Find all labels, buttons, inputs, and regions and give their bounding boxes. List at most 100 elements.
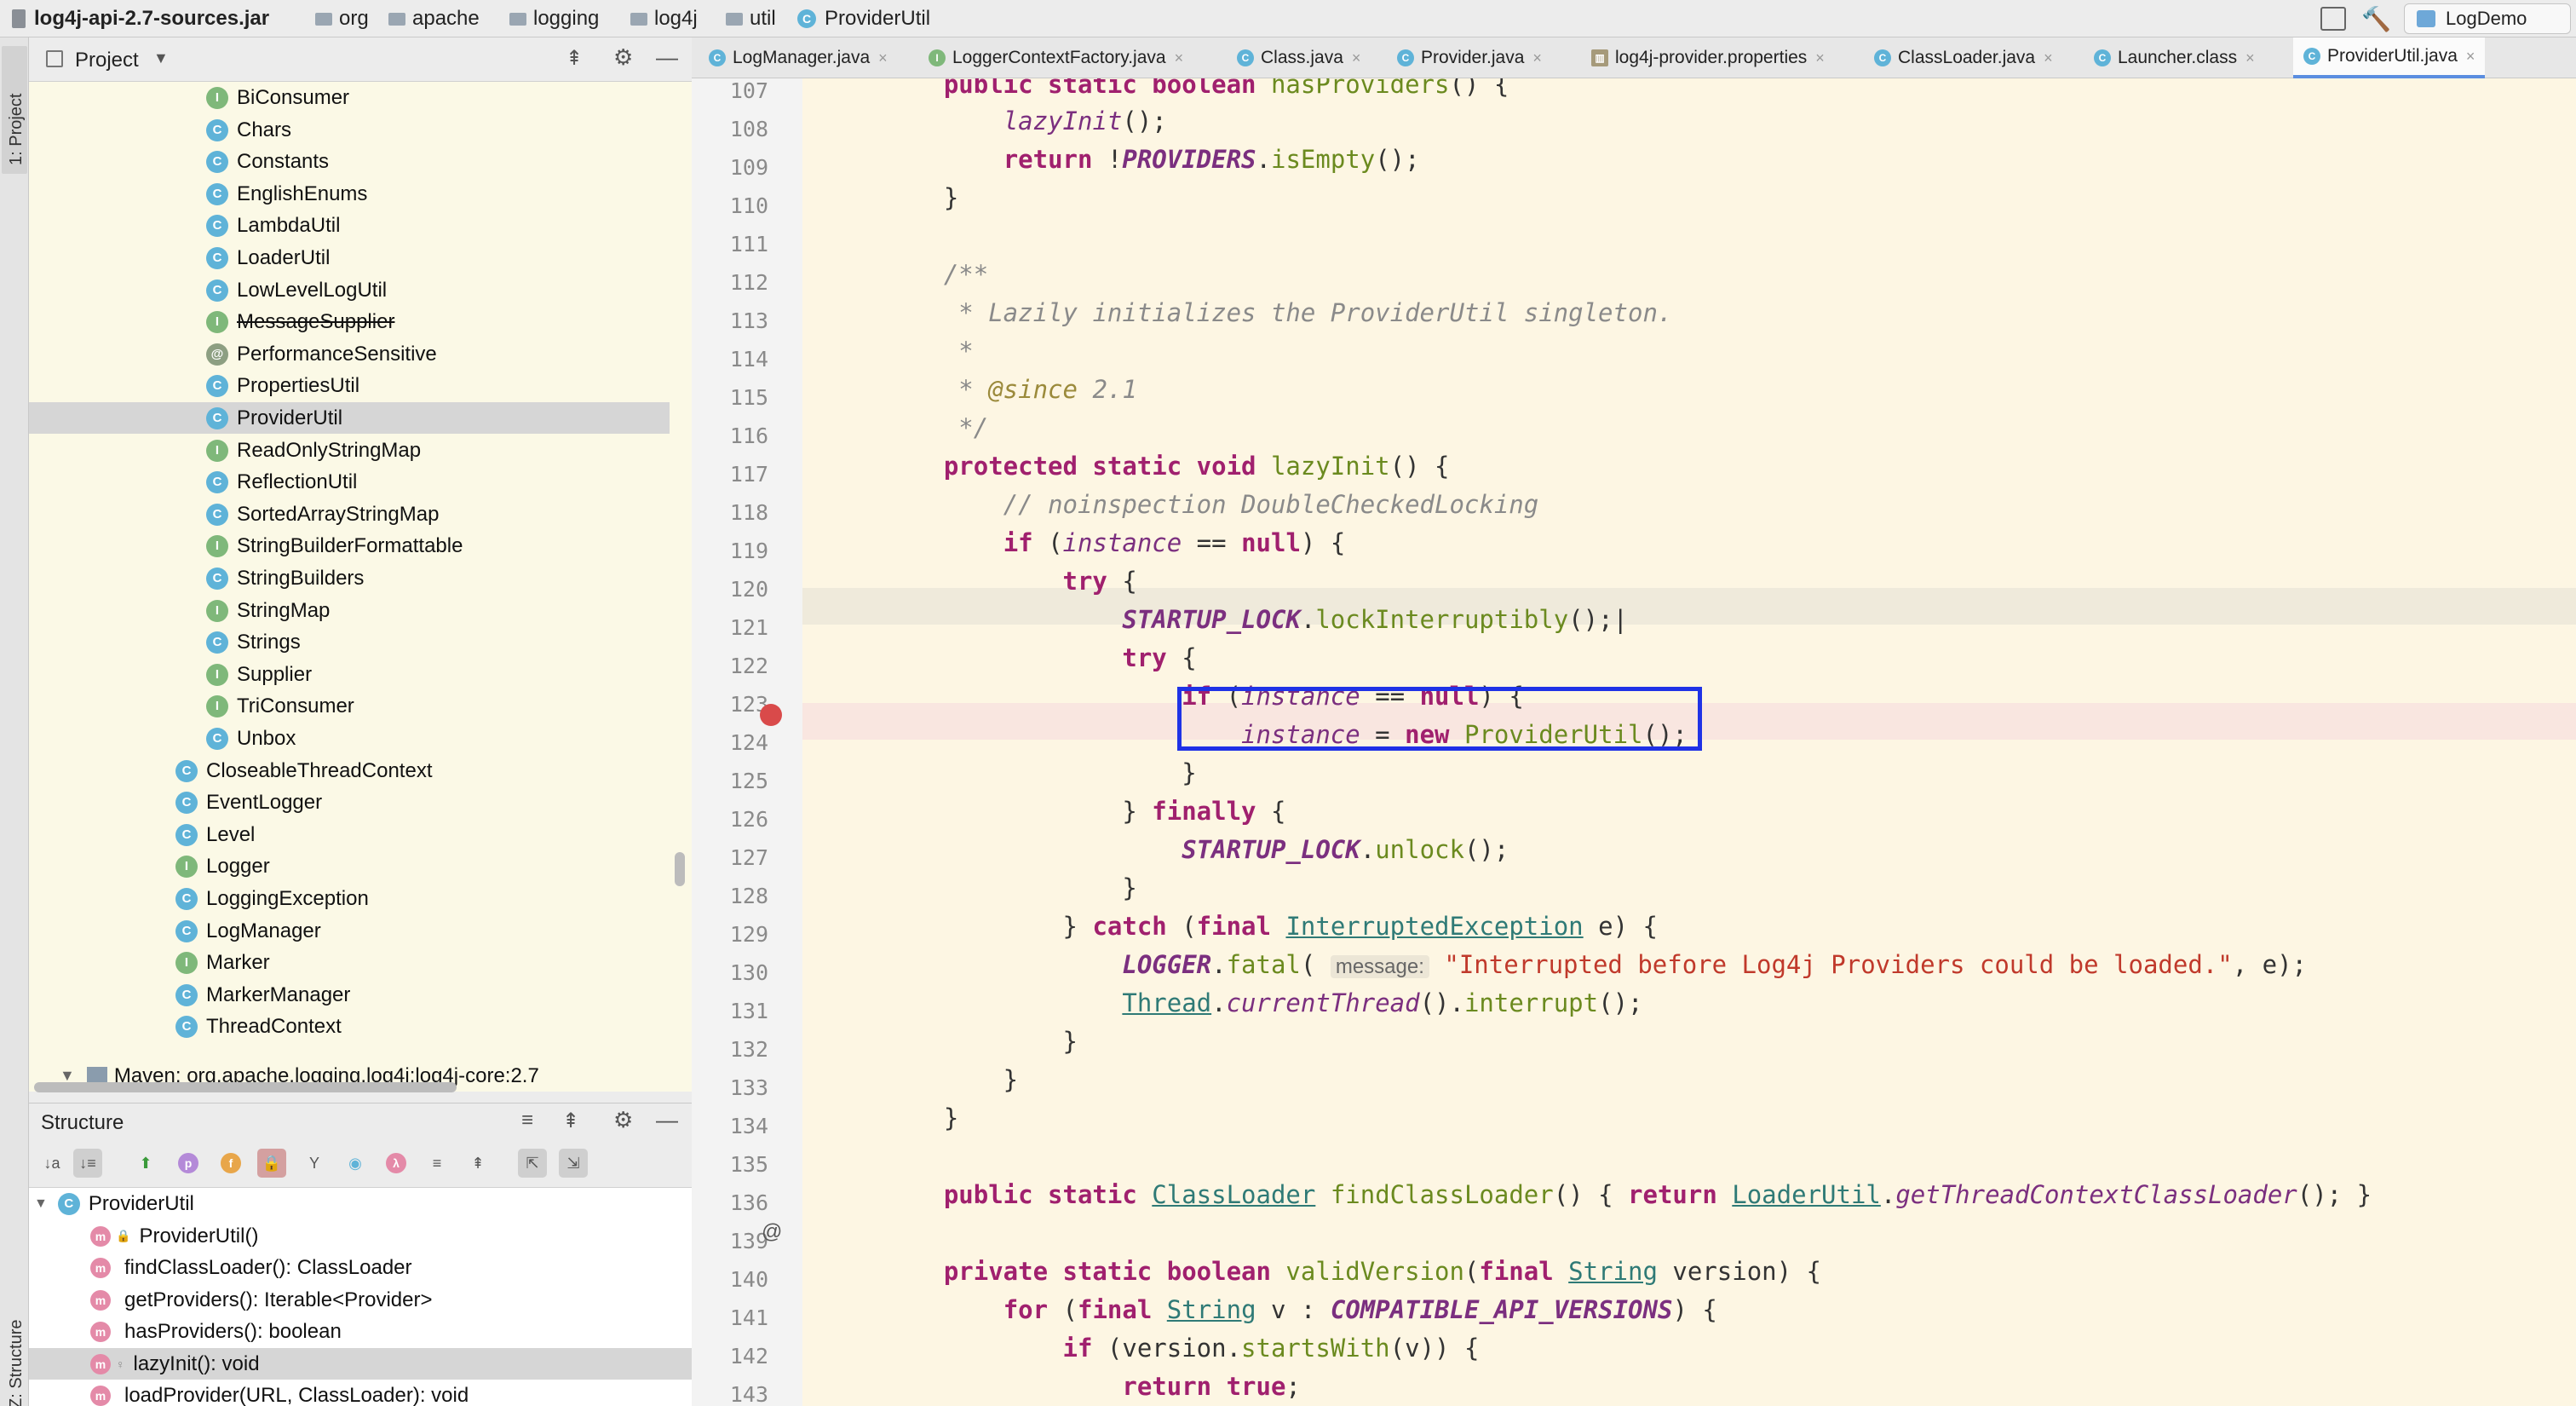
chevron-down-icon[interactable]: ▼: [34, 1196, 48, 1212]
editor-gutter[interactable]: 107 108 109 110 111 112 113 114 115 116 117 118 119 1…: [692, 78, 802, 1406]
tab-launcher[interactable]: C Launcher.class ×: [2094, 37, 2255, 78]
structure-member[interactable]: m getProviders(): Iterable<Provider>: [90, 1284, 433, 1316]
tree-item[interactable]: C Unbox: [206, 723, 296, 754]
breadcrumb-log4j[interactable]: log4j: [630, 5, 698, 32]
close-icon[interactable]: ×: [1532, 49, 1542, 67]
structure-member[interactable]: m ♀ lazyInit(): void: [90, 1348, 260, 1380]
tree-item[interactable]: C SortedArrayStringMap: [206, 498, 439, 530]
collapse-icon[interactable]: ⇞: [463, 1149, 492, 1178]
tree-item[interactable]: C PropertiesUtil: [206, 370, 359, 401]
code-line-130: LOGGER.fatal( message: "Interrupted befo…: [1122, 950, 2308, 979]
tree-item[interactable]: C LoaderUtil: [206, 242, 330, 274]
tab-class[interactable]: C Class.java ×: [1237, 37, 1360, 78]
tree-item[interactable]: C CloseableThreadContext: [175, 755, 433, 787]
project-panel-title[interactable]: Project: [75, 49, 139, 72]
tab-logmanager[interactable]: C LogManager.java ×: [709, 37, 888, 78]
vertical-scrollbar[interactable]: [675, 852, 685, 886]
close-icon[interactable]: ×: [1815, 49, 1825, 67]
tree-item[interactable]: I Logger: [175, 850, 270, 882]
tree-item[interactable]: C LogManager: [175, 915, 321, 947]
tree-item[interactable]: C ReflectionUtil: [206, 466, 357, 498]
structure-member[interactable]: m findClassLoader(): ClassLoader: [90, 1252, 412, 1283]
close-icon[interactable]: ×: [2245, 49, 2255, 67]
collapse-all-icon[interactable]: ⇞: [562, 1109, 579, 1133]
structure-member[interactable]: m 🔒 ProviderUtil(): [90, 1220, 258, 1252]
fields-icon[interactable]: f: [221, 1153, 241, 1173]
breadcrumb-util[interactable]: util: [726, 5, 776, 32]
tree-item[interactable]: @ PerformanceSensitive: [206, 338, 437, 370]
show-inherited-icon[interactable]: ⬆: [131, 1149, 160, 1178]
tree-item[interactable]: I BiConsumer: [206, 82, 349, 113]
hide-panel-icon[interactable]: —: [656, 1107, 678, 1133]
autoscroll-to-source-icon[interactable]: ⇱: [518, 1149, 547, 1178]
tab-provider[interactable]: C Provider.java ×: [1397, 37, 1542, 78]
run-configuration-select[interactable]: LogDemo: [2404, 3, 2571, 34]
tree-item[interactable]: C Level: [175, 819, 255, 850]
sort-alpha-icon[interactable]: ↓a: [37, 1149, 66, 1178]
sort-visibility-icon[interactable]: ↓≡: [73, 1149, 102, 1178]
gear-icon[interactable]: ⚙: [613, 44, 633, 71]
breadcrumb-org[interactable]: org: [315, 5, 369, 32]
horizontal-scrollbar[interactable]: [34, 1082, 457, 1092]
tab-providerutil[interactable]: C ProviderUtil.java ×: [2293, 37, 2486, 78]
override-marker-icon[interactable]: @: [762, 1220, 782, 1244]
expand-icon[interactable]: ≡: [423, 1149, 451, 1178]
tab-classloader[interactable]: C ClassLoader.java ×: [1874, 37, 2053, 78]
collapse-all-icon[interactable]: ⇞: [566, 46, 583, 71]
tree-item[interactable]: I StringBuilderFormattable: [206, 530, 463, 562]
lambda-icon[interactable]: λ: [386, 1153, 406, 1173]
breakpoint-icon[interactable]: [760, 704, 782, 726]
tree-item[interactable]: C ThreadContext: [175, 1011, 342, 1042]
breadcrumb-apache[interactable]: apache: [388, 5, 480, 32]
tree-item[interactable]: C Constants: [206, 146, 329, 177]
method-icon: m: [90, 1225, 111, 1247]
code-line-116: */: [884, 413, 989, 442]
tree-item[interactable]: C EventLogger: [175, 787, 322, 818]
tree-item[interactable]: C LoggingException: [175, 883, 369, 914]
lock-icon[interactable]: 🔒: [257, 1149, 286, 1178]
close-icon[interactable]: ×: [2466, 48, 2475, 66]
class-icon: C: [1237, 49, 1254, 66]
tree-item[interactable]: C MarkerManager: [175, 979, 350, 1011]
close-icon[interactable]: ×: [878, 49, 888, 67]
chevron-down-icon[interactable]: ▼: [153, 49, 169, 67]
tree-item[interactable]: C StringBuilders: [206, 562, 364, 594]
tree-item[interactable]: I StringMap: [206, 595, 330, 626]
tree-item[interactable]: I TriConsumer: [206, 690, 354, 722]
expand-all-icon[interactable]: ≡: [521, 1109, 533, 1132]
gear-icon[interactable]: ⚙: [613, 1107, 633, 1133]
tree-item[interactable]: I Marker: [175, 947, 270, 978]
structure-member[interactable]: m loadProvider(URL, ClassLoader): void: [90, 1380, 469, 1406]
build-hammer-icon[interactable]: 🔨: [2361, 5, 2391, 33]
navigation-bar: log4j-api-2.7-sources.jar org apache log…: [0, 0, 2576, 37]
close-icon[interactable]: ×: [1352, 49, 1361, 67]
code-line-134: }: [884, 1103, 959, 1132]
tree-item[interactable]: C LambdaUtil: [206, 210, 340, 241]
tree-item[interactable]: C Chars: [206, 114, 291, 146]
tree-item[interactable]: I ReadOnlyStringMap: [206, 435, 421, 466]
tree-item[interactable]: C ProviderUtil: [206, 402, 342, 434]
anonymous-class-icon[interactable]: ◉: [341, 1149, 370, 1178]
structure-root[interactable]: ▼ C ProviderUtil: [34, 1188, 194, 1219]
lambda-fork-icon[interactable]: Y: [300, 1149, 329, 1178]
structure-tool-tab[interactable]: Z: Structure: [2, 1268, 27, 1406]
tree-item[interactable]: C LowLevelLogUtil: [206, 274, 387, 306]
autoscroll-from-source-icon[interactable]: ⇲: [559, 1149, 588, 1178]
tree-item[interactable]: C Strings: [206, 626, 301, 658]
layout-icon[interactable]: [2320, 7, 2346, 31]
hide-panel-icon[interactable]: —: [656, 44, 678, 71]
tree-item[interactable]: I MessageSupplier: [206, 306, 394, 337]
breadcrumb-jar[interactable]: log4j-api-2.7-sources.jar: [12, 5, 269, 32]
breadcrumb-providerutil[interactable]: C ProviderUtil: [797, 5, 930, 32]
tab-loggercontextfactory[interactable]: I LoggerContextFactory.java ×: [929, 37, 1183, 78]
tree-item[interactable]: I Supplier: [206, 659, 312, 690]
tree-item[interactable]: C EnglishEnums: [206, 178, 367, 210]
close-icon[interactable]: ×: [2044, 49, 2053, 67]
tree-item-label: ProviderUtil: [237, 406, 343, 429]
project-tool-tab[interactable]: 1: Project: [2, 46, 27, 174]
tab-log4j-provider-properties[interactable]: ▥ log4j-provider.properties ×: [1591, 37, 1825, 78]
breadcrumb-logging[interactable]: logging: [509, 5, 599, 32]
properties-icon[interactable]: p: [178, 1153, 198, 1173]
close-icon[interactable]: ×: [1175, 49, 1184, 67]
structure-member[interactable]: m hasProviders(): boolean: [90, 1316, 342, 1347]
